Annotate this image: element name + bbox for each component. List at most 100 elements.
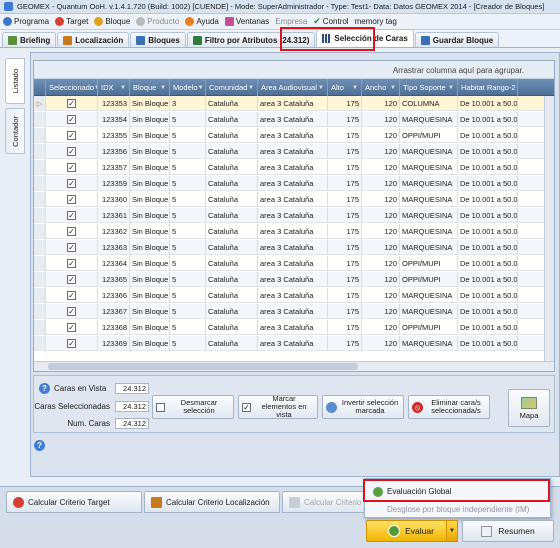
row-checkbox[interactable]: ✓ (67, 163, 76, 172)
menu-desglose-bloque[interactable]: Desglose por bloque independiente (IM) (367, 502, 548, 517)
mapa-button[interactable]: Mapa (508, 389, 550, 427)
filter-icon[interactable]: ▼ (352, 85, 358, 91)
calcular-criterio-disabled-tab[interactable]: Calcular Criterio (282, 491, 366, 513)
menu-ventanas[interactable]: Ventanas (224, 17, 269, 26)
calcular-criterio-target-tab[interactable]: Calcular Criterio Target (6, 491, 142, 513)
menu-target[interactable]: Target (55, 17, 88, 26)
filter-icon[interactable]: ▼ (390, 85, 396, 91)
column-header[interactable]: Area Audiovisual ▼ (258, 79, 328, 96)
tab-guardar-bloque[interactable]: Guardar Bloque (414, 32, 500, 47)
table-row[interactable]: ✓ 123355 Sin Bloque 5 Cataluña area 3 Cataluñ… (34, 128, 554, 143)
filter-icon[interactable]: ▼ (120, 85, 126, 91)
filter-icon[interactable]: ▼ (318, 85, 324, 91)
table-row[interactable]: ✓ 123366 Sin Bloque 5 Cataluña area 3 Cataluñ… (34, 288, 554, 303)
column-header[interactable]: Habitat Rango-2▼ (458, 79, 518, 96)
cell-bloque: Sin Bloque (130, 272, 170, 287)
filter-icon[interactable]: ▼ (448, 85, 454, 91)
side-tabs: Listado Contador (3, 52, 29, 472)
filter-icon[interactable]: ▼ (198, 85, 204, 91)
caras-en-vista-value: 24.312 (115, 383, 149, 394)
column-header[interactable]: Comunidad ▼ (206, 79, 258, 96)
table-row[interactable]: ✓ 123356 Sin Bloque 5 Cataluña area 3 Cataluñ… (34, 144, 554, 159)
row-checkbox[interactable]: ✓ (67, 339, 76, 348)
menu-memory-tag[interactable]: memory tag (355, 17, 397, 26)
menu-ayuda[interactable]: Ayuda (185, 17, 219, 26)
menu-empresa[interactable]: Empresa (275, 17, 307, 26)
vertical-scrollbar[interactable] (544, 96, 554, 363)
menu-evaluacion-global[interactable]: Evaluación Global (367, 484, 548, 499)
table-row[interactable]: ✓ 123360 Sin Bloque 5 Cataluña area 3 Cataluñ… (34, 192, 554, 207)
row-checkbox[interactable]: ✓ (67, 275, 76, 284)
column-header[interactable]: Ancho ▼ (362, 79, 400, 96)
table-row[interactable]: ✓ 123357 Sin Bloque 5 Cataluña area 3 Cataluñ… (34, 160, 554, 175)
row-checkbox[interactable]: ✓ (67, 227, 76, 236)
help-icon[interactable]: ? (34, 440, 45, 451)
filter-icon[interactable]: ▼ (160, 85, 166, 91)
row-checkbox[interactable]: ✓ (67, 243, 76, 252)
invertir-seleccion-button[interactable]: Invertir selección marcada (322, 395, 404, 419)
row-checkbox[interactable]: ✓ (67, 323, 76, 332)
cell-alto: 175 (328, 208, 362, 223)
cell-comunidad: Cataluña (206, 272, 258, 287)
cell-ancho: 120 (362, 224, 400, 239)
cell-tipo: MARQUESINA (400, 336, 458, 351)
row-checkbox[interactable]: ✓ (67, 195, 76, 204)
cell-ancho: 120 (362, 160, 400, 175)
row-checkbox[interactable]: ✓ (67, 115, 76, 124)
menu-producto[interactable]: Producto (136, 17, 179, 26)
table-row[interactable]: ✓ 123364 Sin Bloque 5 Cataluña area 3 Cataluñ… (34, 256, 554, 271)
tab-filtro-atributos[interactable]: Filtro por Atributos (24.312) (186, 32, 316, 47)
table-row[interactable]: ✓ 123365 Sin Bloque 5 Cataluña area 3 Cataluñ… (34, 272, 554, 287)
cell-comunidad: Cataluña (206, 304, 258, 319)
menu-bloque[interactable]: Bloque (94, 17, 130, 26)
column-header[interactable]: Tipo Soporte ▼ (400, 79, 458, 96)
side-tab-contador[interactable]: Contador (5, 108, 25, 154)
table-row[interactable]: ✓ 123367 Sin Bloque 5 Cataluña area 3 Cataluñ… (34, 304, 554, 319)
cell-habitat: De 10.001 a 50.000 (458, 96, 518, 111)
cell-habitat: De 10.001 a 50.000 (458, 160, 518, 175)
row-checkbox[interactable]: ✓ (67, 147, 76, 156)
calcular-criterio-localizacion-tab[interactable]: Calcular Criterio Localización (144, 491, 280, 513)
resumen-button[interactable]: Resumen (462, 520, 554, 542)
horizontal-scroll-thumb[interactable] (48, 363, 358, 370)
row-checkbox[interactable]: ✓ (67, 259, 76, 268)
tab-bloques[interactable]: Bloques (130, 32, 186, 47)
table-row[interactable]: ✓ 123363 Sin Bloque 5 Cataluña area 3 Cataluñ… (34, 240, 554, 255)
horizontal-scrollbar[interactable] (34, 361, 554, 371)
desmarcar-seleccion-button[interactable]: Desmarcar selección (152, 395, 234, 419)
group-by-area[interactable]: Arrastrar columna aquí para agrupar. (34, 61, 554, 79)
column-header[interactable]: Alto ▼ (328, 79, 362, 96)
side-tab-listado[interactable]: Listado (5, 58, 25, 104)
tab-briefing[interactable]: Briefing (2, 32, 57, 47)
row-checkbox[interactable]: ✓ (67, 307, 76, 316)
marcar-elementos-button[interactable]: ✓ Marcar elementos en vista (238, 395, 318, 419)
cell-bloque: Sin Bloque (130, 224, 170, 239)
table-row[interactable]: ✓ 123359 Sin Bloque 5 Cataluña area 3 Cataluñ… (34, 176, 554, 191)
table-row[interactable]: ✓ 123361 Sin Bloque 5 Cataluña area 3 Cataluñ… (34, 208, 554, 223)
row-checkbox[interactable]: ✓ (67, 291, 76, 300)
table-row[interactable]: ✓ 123362 Sin Bloque 5 Cataluña area 3 Cataluñ… (34, 224, 554, 239)
cell-idx: 123357 (98, 160, 130, 175)
row-checkbox[interactable]: ✓ (67, 99, 76, 108)
menu-control[interactable]: ✔ Control (313, 16, 348, 27)
row-checkbox[interactable]: ✓ (67, 211, 76, 220)
table-row[interactable]: ✓ 123369 Sin Bloque 5 Cataluña area 3 Cataluñ… (34, 336, 554, 351)
column-header[interactable]: Bloque ▼ (130, 79, 170, 96)
table-row[interactable]: ✓ 123368 Sin Bloque 5 Cataluña area 3 Cataluñ… (34, 320, 554, 335)
tab-seleccion-caras[interactable]: Selección de Caras (316, 29, 414, 47)
evaluar-button[interactable]: Evaluar (366, 520, 456, 542)
evaluar-dropdown-arrow[interactable]: ▼ (446, 520, 458, 542)
filter-icon[interactable]: ▼ (248, 85, 254, 91)
table-row[interactable]: ✓ 123354 Sin Bloque 5 Cataluña area 3 Cataluñ… (34, 112, 554, 127)
menu-programa[interactable]: Programa (3, 17, 49, 26)
column-header[interactable]: Modelo ▼ (170, 79, 206, 96)
column-header[interactable]: Seleccionado▼ (46, 79, 98, 96)
row-checkbox[interactable]: ✓ (67, 179, 76, 188)
table-row[interactable]: ▷ ✓ 123353 Sin Bloque 3 Cataluña area 3 Catalu… (34, 96, 554, 111)
row-checkbox[interactable]: ✓ (67, 131, 76, 140)
cell-modelo: 5 (170, 112, 206, 127)
eliminar-caras-button[interactable]: ⦸ Eliminar cara/s seleccionada/s (408, 395, 490, 419)
filter-icon[interactable]: ▼ (516, 85, 517, 91)
tab-localizacion[interactable]: Localización (57, 32, 130, 47)
column-header[interactable]: IDX ▼ (98, 79, 130, 96)
